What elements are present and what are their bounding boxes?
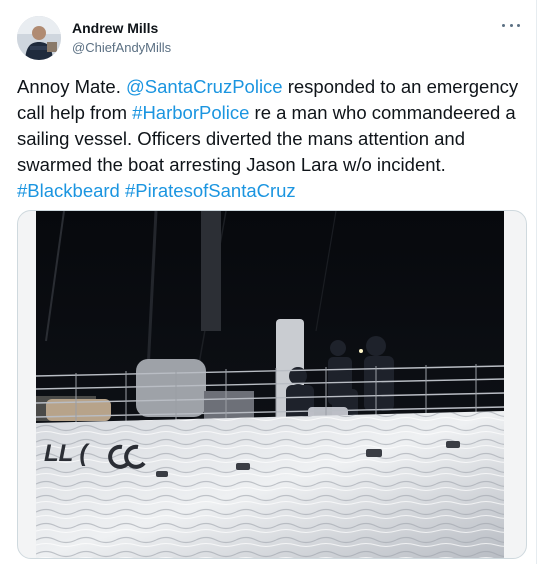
hull-lettering: LL (: [44, 440, 91, 467]
mention-santacruzpolice[interactable]: @SantaCruzPolice: [126, 76, 283, 97]
avatar-photo-icon: [17, 16, 61, 60]
author-handle[interactable]: @ChiefAndyMills: [72, 40, 171, 55]
author-name[interactable]: Andrew Mills: [72, 20, 158, 36]
hashtag-piratesofsantacruz[interactable]: #PiratesofSantaCruz: [125, 180, 296, 201]
tweet-text-part: Annoy Mate.: [17, 76, 127, 97]
author-avatar[interactable]: [17, 16, 61, 60]
hashtag-blackbeard[interactable]: #Blackbeard: [17, 180, 120, 201]
tweet-media[interactable]: LL (: [17, 210, 527, 559]
boat-arrest-photo[interactable]: LL (: [35, 211, 505, 558]
hashtag-harborpolice[interactable]: #HarborPolice: [132, 102, 249, 123]
more-options-icon[interactable]: [502, 20, 520, 30]
tweet-text: Annoy Mate. @SantaCruzPolice responded t…: [17, 74, 527, 204]
night-boat-photo-icon: LL (: [35, 211, 505, 558]
tweet-card: Andrew Mills @ChiefAndyMills Annoy Mate.…: [0, 0, 537, 564]
